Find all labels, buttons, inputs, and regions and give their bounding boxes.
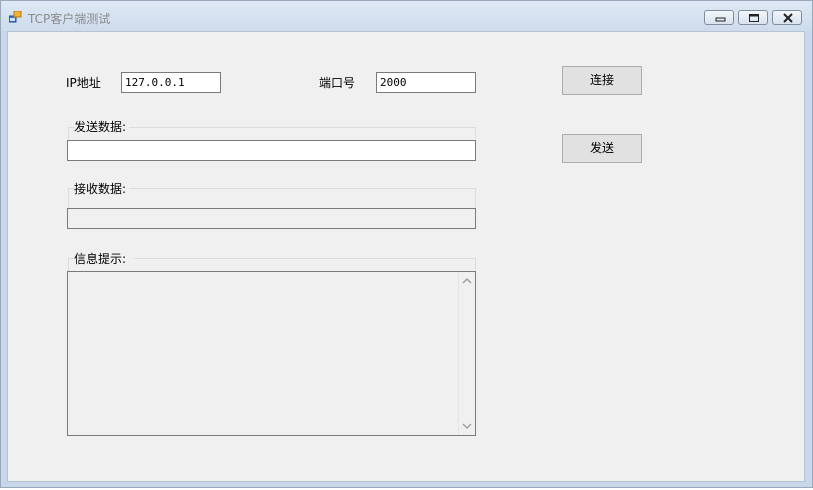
ip-address-field[interactable]: 127.0.0.1	[121, 72, 221, 93]
send-group-border-right	[129, 127, 476, 128]
ip-address-label: IP地址	[66, 76, 101, 90]
info-group-side-right	[475, 258, 476, 272]
receive-group-label: 接收数据:	[74, 182, 127, 196]
scroll-up-icon[interactable]	[462, 276, 472, 286]
window-title: TCP客户端测试	[28, 12, 111, 26]
restore-icon	[749, 14, 759, 22]
info-group-border-right	[134, 258, 476, 259]
scroll-down-icon[interactable]	[462, 421, 472, 431]
send-group-side-right	[475, 127, 476, 139]
close-button[interactable]	[772, 10, 802, 25]
info-group-label: 信息提示:	[74, 252, 127, 266]
port-label: 端口号	[319, 76, 356, 90]
send-group-side-left	[68, 127, 69, 139]
close-icon	[783, 13, 793, 23]
app-window-icon	[9, 11, 22, 23]
send-button[interactable]: 发送	[562, 134, 642, 163]
receive-data-field[interactable]	[67, 208, 476, 229]
receive-group-side-left	[68, 188, 69, 208]
app-window: TCP客户端测试 IP地址 127.0.0.1 端口号 2000 连接 发送 发…	[0, 0, 813, 488]
port-field[interactable]: 2000	[376, 72, 476, 93]
connect-button[interactable]: 连接	[562, 66, 642, 95]
minimize-icon	[715, 17, 726, 22]
info-vertical-scrollbar[interactable]	[458, 272, 475, 435]
receive-group-side-right	[475, 188, 476, 208]
info-message-area[interactable]	[67, 271, 476, 436]
info-group-side-left	[68, 258, 69, 272]
title-bar[interactable]: TCP客户端测试	[1, 1, 812, 31]
send-data-field[interactable]	[67, 140, 476, 161]
receive-group-border-right	[129, 188, 476, 189]
form-client-area: IP地址 127.0.0.1 端口号 2000 连接 发送 发送数据: 接收数据…	[7, 31, 805, 482]
minimize-button[interactable]	[704, 10, 734, 25]
send-group-label: 发送数据:	[74, 120, 127, 134]
restore-button[interactable]	[738, 10, 768, 25]
